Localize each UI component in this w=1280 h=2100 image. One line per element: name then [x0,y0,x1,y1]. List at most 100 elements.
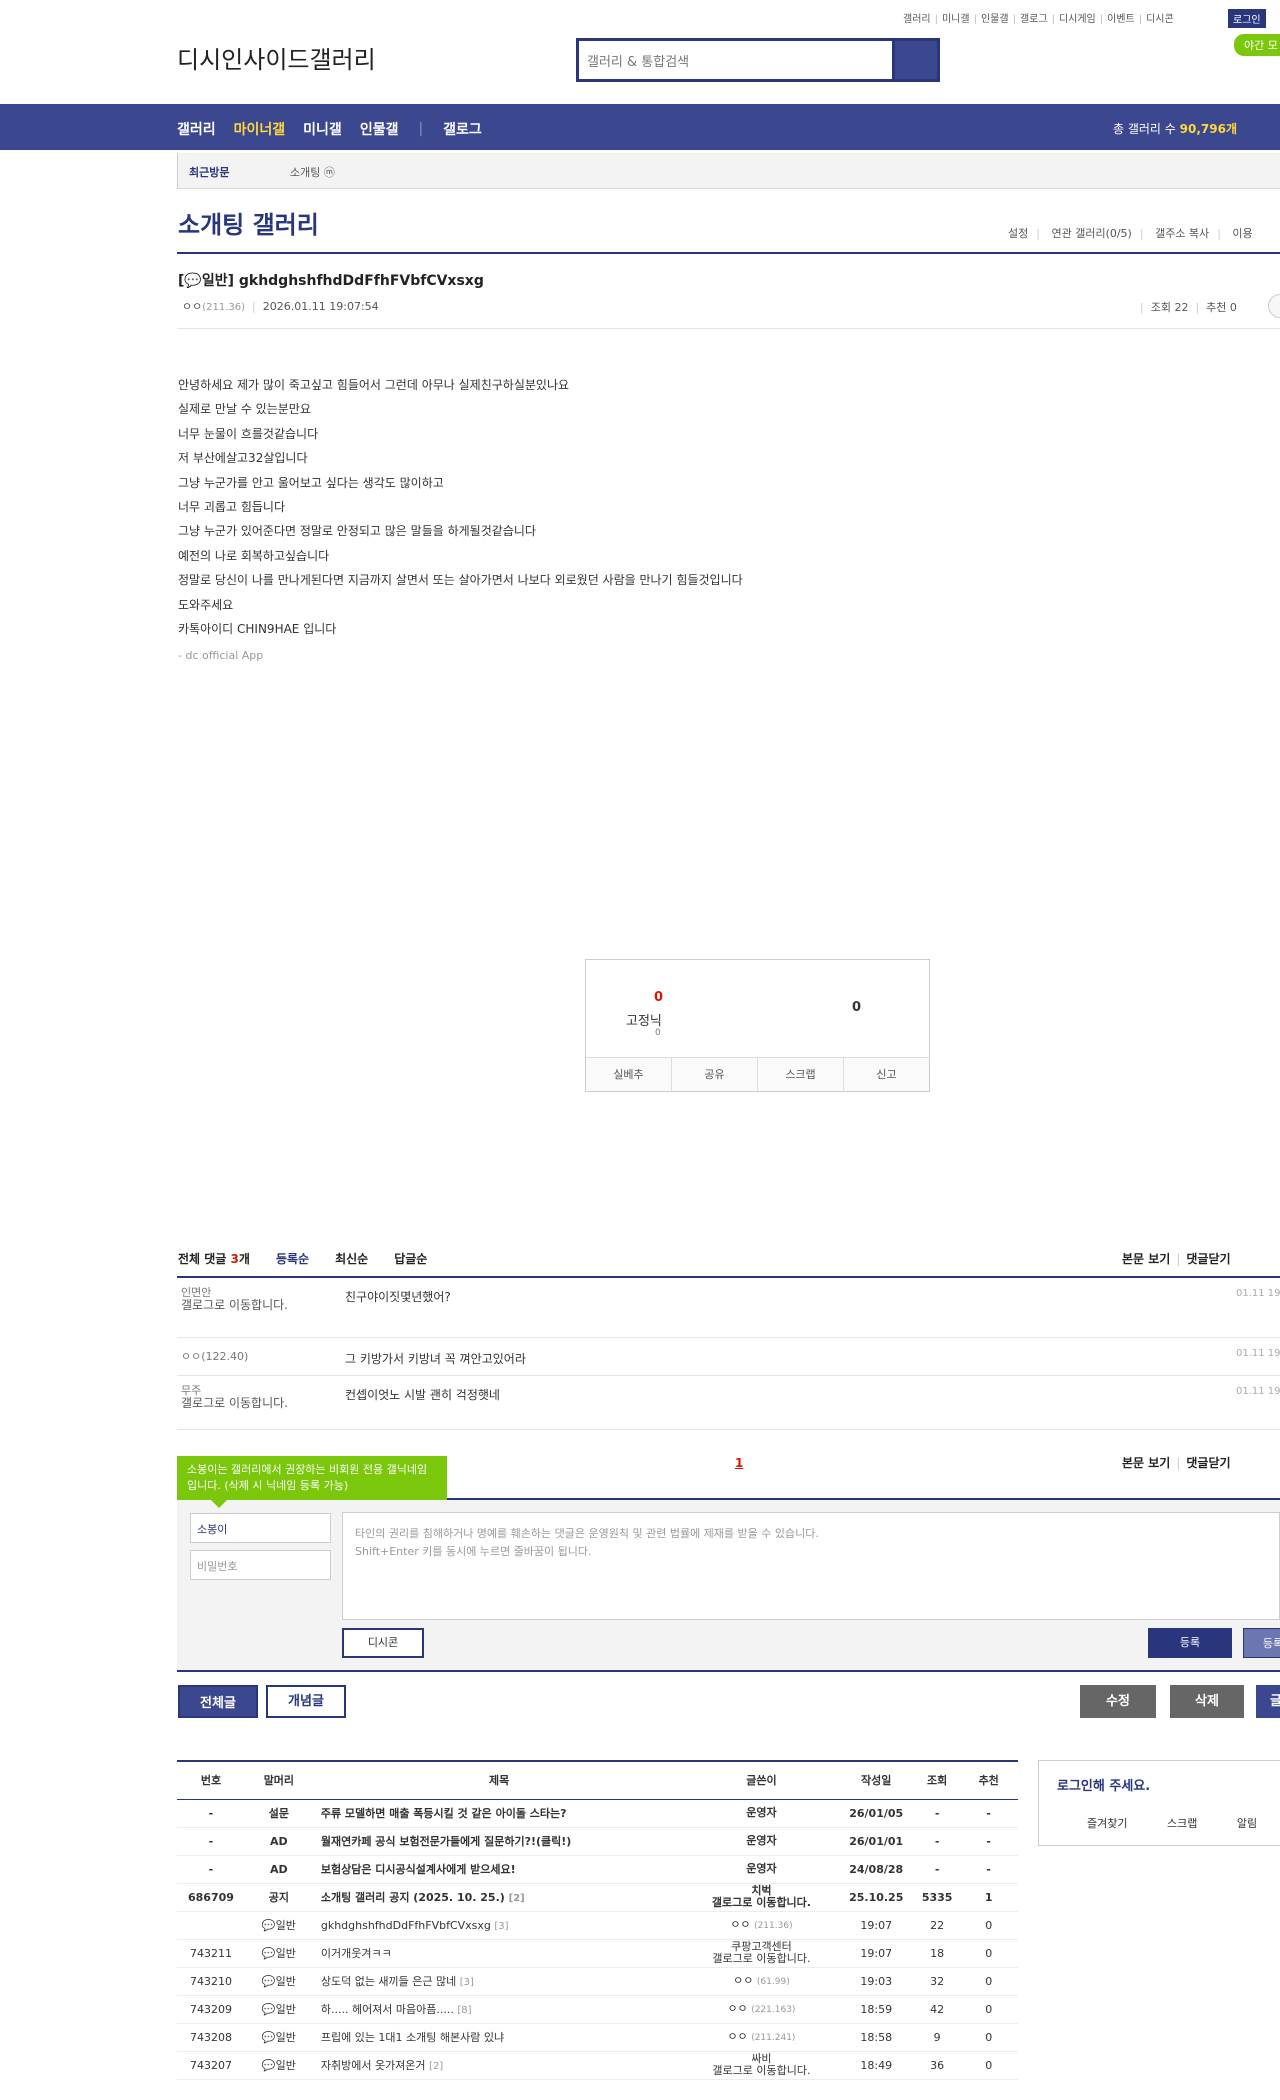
report-button[interactable]: 신고 [844,1058,929,1091]
all-posts-button[interactable]: 전체글 [178,1685,258,1718]
best-recommend-button[interactable]: 실베추 [586,1058,672,1091]
row-writer-name[interactable]: ㅇㅇ [730,1918,750,1931]
row-comment-count[interactable]: [3] [494,1921,508,1932]
search-input[interactable]: 갤러리 & 통합검색 [579,41,895,79]
gallery-title[interactable]: 소개팅 갤러리 [178,205,319,240]
row-title[interactable]: 이거개웃겨ㅋㅋ [312,1939,686,1968]
row-writer[interactable]: 운영자 [685,1799,838,1828]
row-title[interactable]: 월재연카페 공식 보험전문가들에게 질문하기?!(클릭!) [312,1827,686,1856]
row-writer[interactable]: 싸비 갤로그로 이동합니다. [685,2051,838,2080]
row-title[interactable]: 자취방에서 옷가져온거 [2] [312,2051,686,2080]
row-comment-count[interactable]: [2] [509,1893,525,1904]
comment-textarea[interactable]: 타인의 권리를 침해하거나 명예를 훼손하는 댓글은 운영원칙 및 관련 법률에… [342,1512,1280,1620]
nav-mini-gallery[interactable]: 미니갤 [303,119,342,139]
row-title[interactable]: 소개팅 갤러리 공지 (2025. 10. 25.) [2] [312,1883,686,1912]
row-writer[interactable]: ㅇㅇ (221.163) [685,1995,838,2024]
row-writer[interactable]: 운영자 [685,1827,838,1856]
post-list-row[interactable]: - 설문 주류 모델하면 매출 폭등시킬 것 같은 아이돌 스타는? 운영자 26/01… [177,1799,1018,1828]
row-writer[interactable]: 쿠팡고객센터 갤로그로 이동합니다. [685,1939,838,1968]
row-comment-count[interactable]: [3] [460,1977,474,1988]
post-list-row[interactable]: 743210 💬일반 상도덕 없는 새끼들 은근 많네 [3] ㅇㅇ (61.99) 1… [177,1967,1018,1996]
sort-replies[interactable]: 답글순 [394,1250,427,1267]
comment-nick[interactable]: 인면안 갤로그로 이동합니다. [181,1286,288,1312]
comment-nick[interactable]: ㅇㅇ(122.40) [181,1350,248,1363]
row-writer-name[interactable]: ㅇㅇ [733,1974,753,1987]
gallog-link-image[interactable]: 갤로그로 이동합니다. [181,1299,288,1312]
related-gallery-link[interactable]: 연관 갤러리(0/5) [1051,227,1131,240]
row-title-text[interactable]: gkhdghshfhdDdFfhFVbfCVxsxg [321,1919,491,1932]
post-list-row[interactable]: 743211 💬일반 이거개웃겨ㅋㅋ 쿠팡고객센터 갤로그로 이동합니다. 19:07 18… [177,1939,1018,1968]
comment-register-button[interactable]: 등록 [1148,1628,1232,1658]
comment-nick[interactable]: 무주 갤로그로 이동합니다. [181,1384,288,1410]
row-title-text[interactable]: 상도덕 없는 새끼들 은근 많네 [321,1975,456,1988]
nav-minor-gallery[interactable]: 마이너갤 [234,119,286,139]
downvote-count[interactable]: 0 [852,1000,861,1015]
util-link[interactable]: 갤로그 [1020,14,1048,25]
nav-person-gallery[interactable]: 인물갤 [360,119,399,139]
row-comment-count[interactable]: [8] [457,2005,471,2016]
more-options-button[interactable] [1268,294,1280,318]
search-button[interactable] [895,41,937,79]
row-writer[interactable]: ㅇㅇ (211.241) [685,2023,838,2052]
comment-register-secondary-button[interactable]: 등록 [1243,1628,1280,1658]
edit-button[interactable]: 수정 [1080,1685,1156,1718]
upvote-count[interactable]: 0 [654,990,663,1005]
comment-page-1[interactable]: 1 [735,1456,743,1470]
recent-gallery-link[interactable]: 소개팅 ⓜ [290,164,335,180]
post-list-row[interactable]: 743208 💬일반 프립에 있는 1대1 소개팅 해본사람 있냐 ㅇㅇ (211.2… [177,2023,1018,2052]
row-title-text[interactable]: 소개팅 갤러리 공지 (2025. 10. 25.) [321,1891,505,1904]
row-title-text[interactable]: 월재연카페 공식 보험전문가들에게 질문하기?!(클릭!) [321,1835,571,1848]
row-writer[interactable]: 운영자 [685,1855,838,1884]
close-comments-link[interactable]: 댓글닫기 [1186,1456,1230,1470]
row-title[interactable]: 보험상담은 디시공식설계사에게 받으세요! [312,1855,686,1884]
row-writer-name[interactable]: ㅇㅇ [727,2030,747,2043]
row-title[interactable]: 상도덕 없는 새끼들 은근 많네 [3] [312,1967,686,1996]
nav-gallog[interactable]: 갤로그 [443,119,482,139]
util-link[interactable]: 갤러리 [903,14,931,25]
gallog-link-image[interactable]: 갤로그로 이동합니다. [685,1953,837,1965]
site-logo[interactable]: 디시인사이드갤러리 [177,40,376,75]
nav-gallery[interactable]: 갤러리 [177,119,216,139]
post-list-row[interactable]: 743207 💬일반 자취방에서 옷가져온거 [2] 싸비 갤로그로 이동합니다. 18:… [177,2051,1018,2080]
row-writer[interactable]: ㅇㅇ (61.99) [685,1967,838,1996]
util-link[interactable]: 디시게임 [1059,14,1096,25]
login-prompt[interactable]: 로그인해 주세요. [1057,1775,1150,1794]
delete-button[interactable]: 삭제 [1170,1685,1244,1718]
util-link[interactable]: 디시콘 [1146,14,1174,25]
row-title[interactable]: gkhdghshfhdDdFfhFVbfCVxsxg [3] [312,1911,686,1940]
sort-registered[interactable]: 등록순 [276,1250,309,1267]
post-list-row[interactable]: 743209 💬일반 하..... 헤어져서 마음아픔..... [8] ㅇㅇ (22… [177,1995,1018,2024]
scrap-button[interactable]: 스크랩 [758,1058,844,1091]
util-link[interactable]: 인물갤 [981,14,1009,25]
util-link[interactable]: 미니갤 [942,14,970,25]
login-button[interactable]: 로그인 [1228,9,1266,28]
row-title-text[interactable]: 주류 모델하면 매출 폭등시킬 것 같은 아이돌 스타는? [321,1807,567,1820]
row-writer-name[interactable]: 운영자 [746,1862,776,1875]
best-posts-button[interactable]: 개념글 [266,1685,346,1718]
row-writer-name[interactable]: ㅇㅇ [727,2002,747,2015]
write-button[interactable]: 글 [1256,1685,1280,1718]
post-list-row[interactable]: - AD 월재연카페 공식 보험전문가들에게 질문하기?!(클릭!) 운영자 26/01… [177,1827,1018,1856]
row-title-text[interactable]: 프립에 있는 1대1 소개팅 해본사람 있냐 [321,2031,504,2044]
row-title[interactable]: 주류 모델하면 매출 폭등시킬 것 같은 아이돌 스타는? [312,1799,686,1828]
sort-latest[interactable]: 최신순 [335,1250,368,1267]
favorites-link[interactable]: 즐겨찾기 [1087,1817,1127,1830]
gallog-link-image[interactable]: 갤로그로 이동합니다. [181,1397,288,1410]
copy-address-link[interactable]: 갤주소 복사 [1155,227,1209,240]
view-body-link[interactable]: 본문 보기 [1122,1252,1170,1266]
post-list-row[interactable]: - AD 보험상담은 디시공식설계사에게 받으세요! 운영자 24/08/28- - [177,1855,1018,1884]
post-list-row[interactable]: 686709 공지 소개팅 갤러리 공지 (2025. 10. 25.) [2] 치벅… [177,1883,1018,1912]
gallery-settings-link[interactable]: 설정 [1008,227,1028,240]
row-writer-name[interactable]: 운영자 [746,1806,776,1819]
row-comment-count[interactable]: [2] [429,2061,443,2072]
close-comments-link[interactable]: 댓글닫기 [1186,1252,1230,1266]
view-body-link[interactable]: 본문 보기 [1122,1456,1170,1470]
row-title[interactable]: 프립에 있는 1대1 소개팅 해본사람 있냐 [312,2023,686,2052]
share-button[interactable]: 공유 [672,1058,758,1091]
row-writer-name[interactable]: 운영자 [746,1834,776,1847]
row-writer[interactable]: 치벅 갤로그로 이동합니다. [685,1883,838,1912]
gallog-link-image[interactable]: 갤로그로 이동합니다. [685,2065,837,2077]
post-list-row[interactable]: 💬일반 gkhdghshfhdDdFfhFVbfCVxsxg [3] ㅇㅇ (211… [177,1911,1018,1940]
row-title[interactable]: 하..... 헤어져서 마음아픔..... [8] [312,1995,686,2024]
gallog-link-image[interactable]: 갤로그로 이동합니다. [685,1897,837,1909]
